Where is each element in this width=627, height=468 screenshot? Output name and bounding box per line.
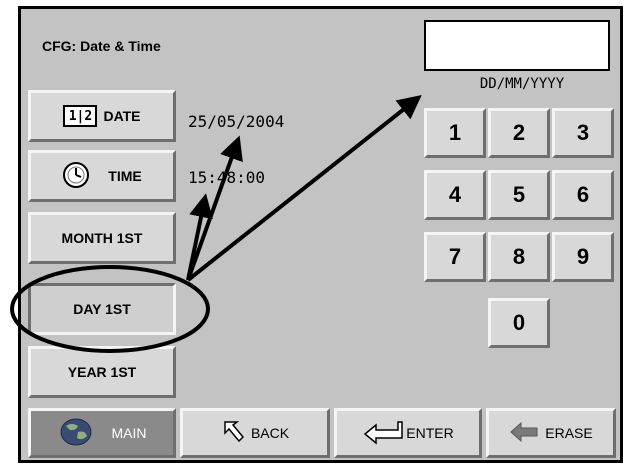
- date-button[interactable]: 1|2 DATE: [28, 90, 176, 142]
- enter-arrow-icon: [362, 419, 406, 448]
- back-button-label: BACK: [250, 425, 290, 441]
- date-button-label: DATE: [103, 108, 141, 124]
- calendar-icon: 1|2: [63, 105, 98, 127]
- erase-button[interactable]: ERASE: [486, 408, 616, 458]
- enter-button-label: ENTER: [406, 425, 454, 441]
- time-value: 15:48:00: [188, 168, 266, 187]
- key-1[interactable]: 1: [424, 108, 486, 158]
- key-9[interactable]: 9: [552, 232, 614, 282]
- erase-button-label: ERASE: [545, 425, 593, 441]
- key-5[interactable]: 5: [488, 170, 550, 220]
- entry-field[interactable]: [424, 20, 610, 71]
- date-value: 25/05/2004: [188, 112, 285, 131]
- month-first-button[interactable]: MONTH 1ST: [28, 212, 176, 264]
- key-3[interactable]: 3: [552, 108, 614, 158]
- time-button-label: TIME: [108, 168, 142, 184]
- main-button[interactable]: MAIN: [28, 408, 176, 458]
- key-6[interactable]: 6: [552, 170, 614, 220]
- page-title: CFG: Date & Time: [42, 38, 161, 54]
- key-4[interactable]: 4: [424, 170, 486, 220]
- key-0[interactable]: 0: [488, 298, 550, 348]
- back-button[interactable]: BACK: [180, 408, 330, 458]
- enter-button[interactable]: ENTER: [334, 408, 482, 458]
- key-2[interactable]: 2: [488, 108, 550, 158]
- month-first-label: MONTH 1ST: [61, 230, 143, 246]
- key-8[interactable]: 8: [488, 232, 550, 282]
- day-first-button[interactable]: DAY 1ST: [28, 283, 176, 335]
- erase-arrow-icon: [509, 421, 539, 446]
- time-button[interactable]: TIME: [28, 150, 176, 202]
- main-button-label: MAIN: [111, 425, 147, 441]
- clock-icon: [62, 161, 90, 192]
- format-hint: DD/MM/YYYY: [479, 76, 565, 92]
- back-arrow-icon: [221, 419, 245, 448]
- day-first-label: DAY 1ST: [73, 301, 131, 317]
- key-7[interactable]: 7: [424, 232, 486, 282]
- year-first-label: YEAR 1ST: [67, 364, 137, 380]
- globe-icon: [58, 417, 94, 450]
- year-first-button[interactable]: YEAR 1ST: [28, 346, 176, 398]
